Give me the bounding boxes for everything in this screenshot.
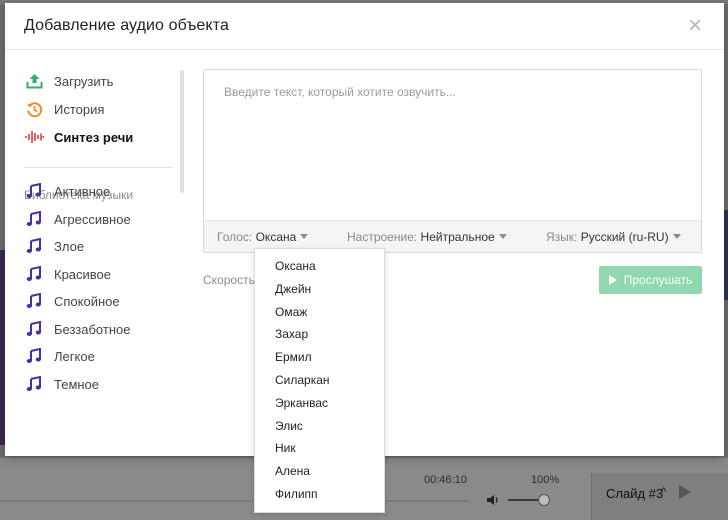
volume-icon (487, 495, 498, 505)
timeline-time: 00:46:10 (424, 474, 467, 486)
caret-down-icon (300, 234, 309, 239)
music-note-icon (24, 347, 44, 365)
chevron-up-icon: ^ (661, 486, 667, 498)
sidebar-scrollbar[interactable] (180, 70, 184, 193)
play-icon (608, 275, 617, 285)
voice-value: Оксана (255, 230, 297, 244)
language-value: Русский (ru-RU) (580, 230, 669, 244)
voice-option[interactable]: Филипп (275, 487, 318, 501)
music-note-icon (24, 237, 44, 255)
music-note-icon (24, 292, 44, 310)
sidebar: Загрузить История Синтез речи Библиотека… (5, 50, 189, 456)
sidebar-item-upload[interactable]: Загрузить (24, 70, 113, 92)
music-note-icon (24, 182, 44, 200)
voice-select[interactable]: Голос: Оксана (217, 230, 309, 244)
sidebar-item-history[interactable]: История (24, 98, 104, 120)
speech-text-area[interactable]: Введите текст, который хотите озвучить..… (203, 69, 702, 253)
voice-option[interactable]: Оксана (275, 259, 316, 273)
modal-title: Добавление аудио объекта (24, 17, 229, 34)
mood-label: Настроение: (347, 230, 418, 244)
mood-select[interactable]: Настроение: Нейтральное (347, 230, 507, 244)
upload-icon (24, 72, 44, 90)
voice-option[interactable]: Омаж (275, 305, 307, 319)
text-placeholder: Введите текст, который хотите озвучить..… (224, 85, 456, 99)
music-item-label: Красивое (54, 266, 112, 282)
sidebar-item-label: Синтез речи (54, 129, 134, 145)
voice-dropdown: Оксана Джейн Омаж Захар Ермил Силаркан Эрканва… (254, 248, 385, 513)
music-note-icon (24, 320, 44, 338)
sidebar-item-label: Загрузить (54, 73, 114, 89)
sidebar-item-label: История (54, 101, 105, 117)
music-item[interactable]: Злое (24, 235, 84, 257)
language-label: Язык: (546, 230, 578, 244)
music-item-label: Беззаботное (54, 321, 131, 337)
music-note-icon (24, 210, 44, 228)
music-item[interactable]: Активное (24, 180, 110, 202)
mood-value: Нейтральное (420, 230, 495, 244)
close-icon[interactable]: × (688, 14, 702, 38)
language-select[interactable]: Язык: Русский (ru-RU) (546, 230, 681, 244)
voice-option[interactable]: Ермил (275, 350, 312, 364)
listen-button[interactable]: Прослушать (599, 266, 702, 294)
listen-button-label: Прослушать (623, 273, 693, 287)
history-icon (24, 100, 44, 118)
music-item-label: Активное (54, 183, 111, 199)
music-note-icon (24, 375, 44, 393)
voice-option[interactable]: Алена (275, 464, 310, 478)
sidebar-divider (24, 167, 173, 168)
voice-option[interactable]: Джейн (275, 282, 311, 296)
music-item[interactable]: Агрессивное (24, 208, 131, 230)
music-item[interactable]: Красивое (24, 263, 111, 285)
music-item[interactable]: Беззаботное (24, 318, 130, 340)
music-item-label: Злое (54, 238, 85, 254)
play-icon (679, 485, 691, 499)
voice-option[interactable]: Силаркан (275, 373, 330, 387)
voice-label: Голос: (217, 230, 253, 244)
waveform-icon (24, 128, 44, 146)
caret-down-icon (498, 234, 507, 239)
sidebar-item-speech-synthesis[interactable]: Синтез речи (24, 126, 133, 148)
music-item[interactable]: Спокойное (24, 290, 120, 312)
voice-option[interactable]: Захар (275, 327, 308, 341)
voice-option[interactable]: Эрканвас (275, 396, 328, 410)
background-panel (724, 210, 728, 300)
volume-slider-knob (538, 494, 550, 506)
music-item-label: Легкое (54, 348, 95, 364)
music-item-label: Агрессивное (54, 211, 131, 227)
music-item-label: Темное (54, 376, 100, 392)
slide-label: Слайд #3 (606, 486, 664, 501)
caret-down-icon (672, 234, 681, 239)
modal-header: Добавление аудио объекта × (5, 3, 724, 50)
music-item[interactable]: Легкое (24, 345, 95, 367)
music-note-icon (24, 265, 44, 283)
voice-option[interactable]: Элис (275, 419, 303, 433)
volume-percent: 100% (531, 474, 560, 486)
speed-label: Скорость (203, 273, 255, 287)
music-item-label: Спокойное (54, 293, 120, 309)
voice-option[interactable]: Ник (275, 441, 296, 455)
music-item[interactable]: Темное (24, 373, 99, 395)
background-progress-track (0, 500, 470, 502)
